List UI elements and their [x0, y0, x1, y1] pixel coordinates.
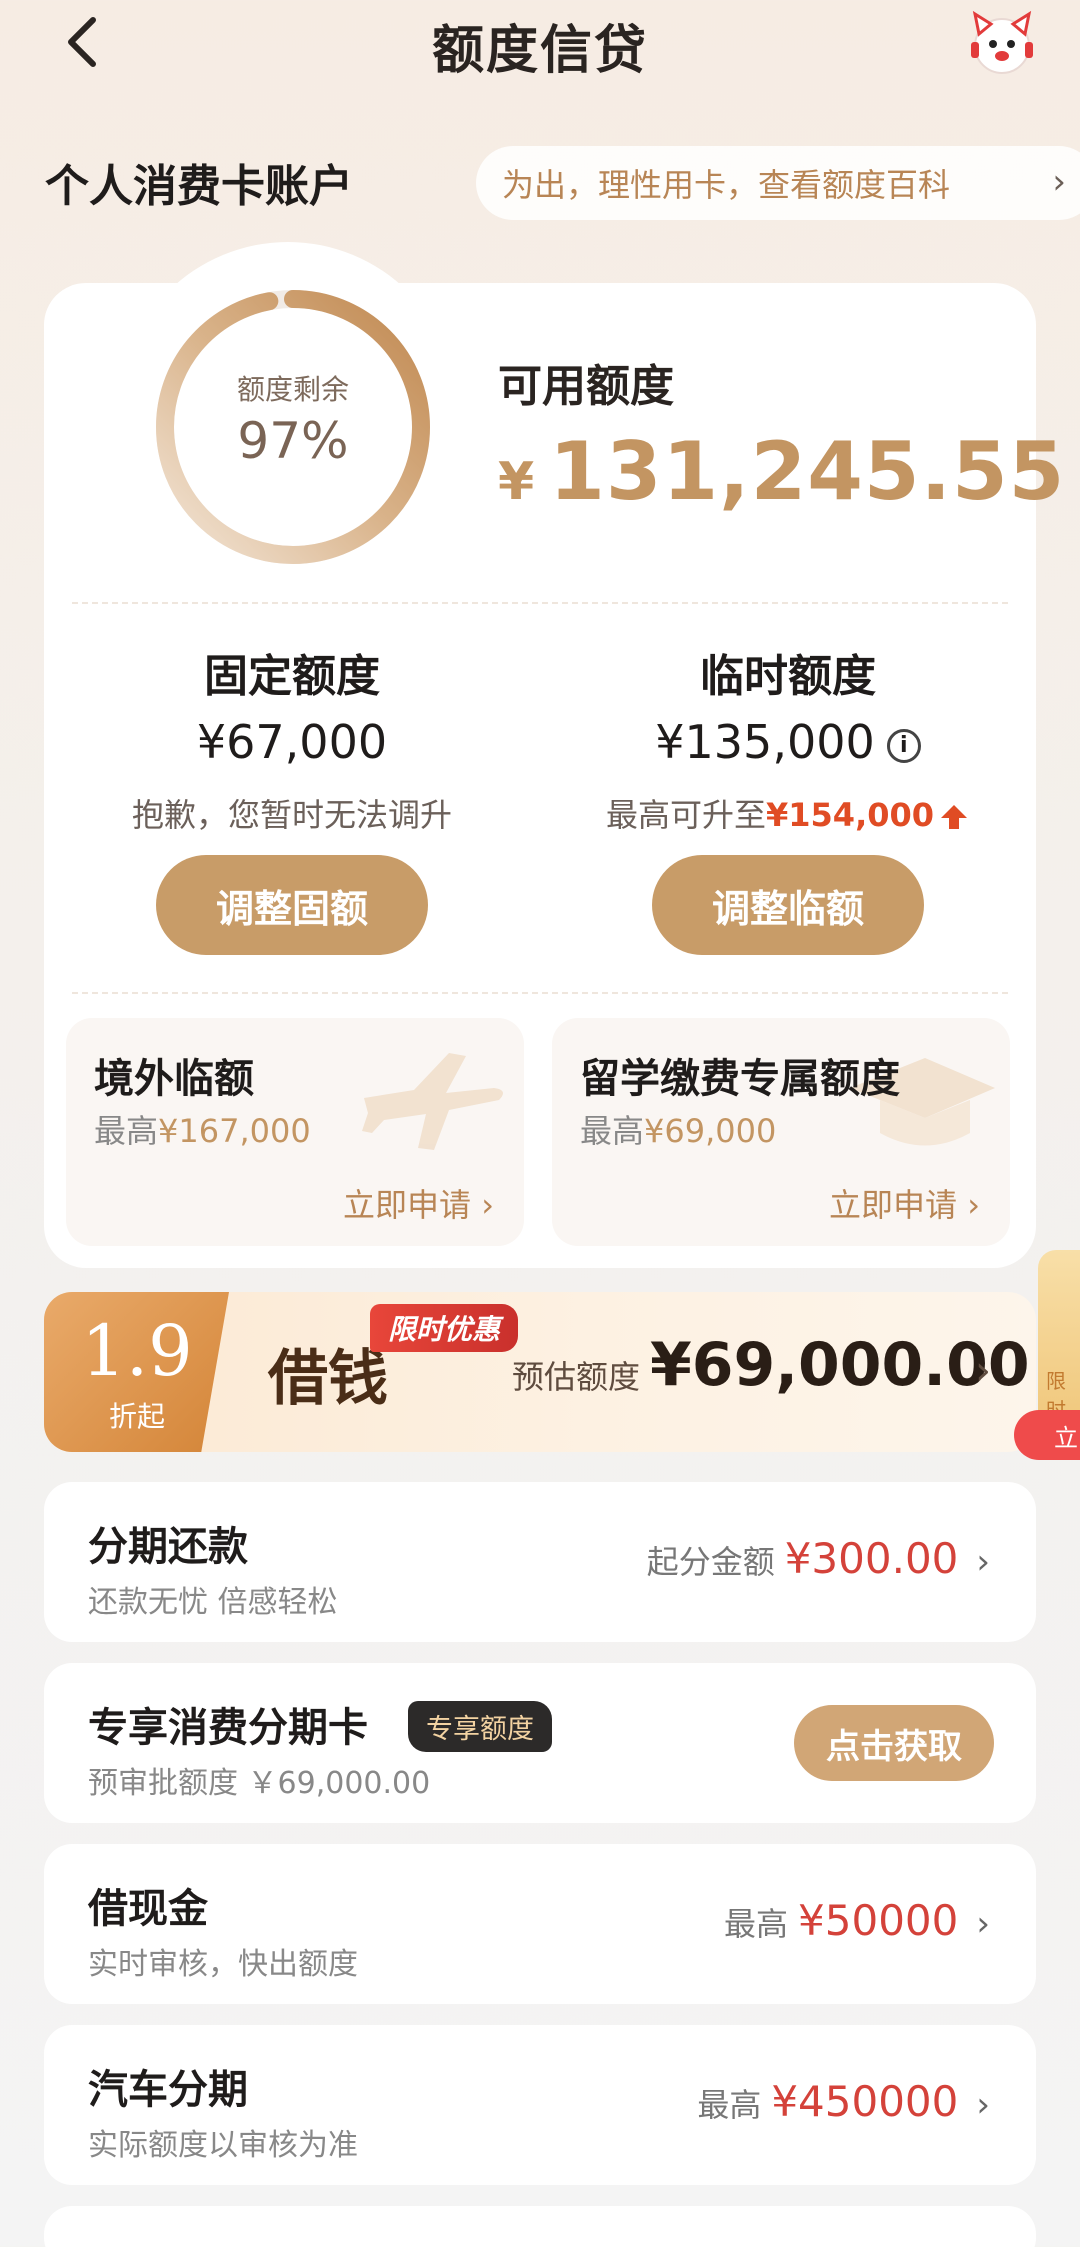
- ring-percent: 97%: [237, 412, 349, 470]
- temporary-limit-title: 临时额度: [700, 651, 876, 702]
- row-right-amount: ¥300.00: [784, 1534, 959, 1583]
- overseas-temp-limit-card[interactable]: 境外临额 最高¥167,000 立即申请 ›: [66, 1018, 524, 1246]
- available-credit-amount: ¥131,245.55: [498, 425, 1065, 518]
- estimate-amount: ¥69,000.00: [650, 1330, 1030, 1400]
- temporary-note-prefix: 最高可升至: [605, 796, 766, 834]
- chevron-right-icon: ›: [976, 2085, 990, 2125]
- temporary-limit-amount: ¥135,000: [655, 715, 875, 769]
- chevron-right-icon: ›: [976, 1904, 990, 1944]
- row-right-amount: ¥450000: [771, 2077, 959, 2126]
- customer-service-avatar-icon[interactable]: [963, 8, 1041, 80]
- arrow-up-icon: [941, 805, 968, 829]
- temporary-limit-note: 最高可升至¥154,000: [558, 790, 1018, 836]
- section-title: 个人消费卡账户: [45, 161, 353, 212]
- discount-unit: 折起: [108, 1400, 165, 1433]
- mini-card-title: 留学缴费专属额度: [580, 1056, 900, 1102]
- adjust-fixed-limit-button[interactable]: 调整固额: [156, 855, 428, 955]
- limited-offer-badge: 限时优惠: [370, 1304, 519, 1352]
- available-amount-value: 131,245.55: [549, 425, 1066, 518]
- estimate-label: 预估额度: [512, 1358, 641, 1396]
- cash-loan-row[interactable]: 借现金 实时审核，快出额度 最高 ¥50000 ›: [44, 1844, 1036, 2004]
- row-subtitle: 还款无忧 倍感轻松: [88, 1585, 338, 1620]
- study-abroad-limit-card[interactable]: 留学缴费专属额度 最高¥69,000 立即申请 ›: [552, 1018, 1010, 1246]
- mini-sub-prefix: 最高: [580, 1112, 645, 1150]
- mini-card-sub: 最高¥69,000: [580, 1106, 776, 1152]
- page-title: 额度信贷: [431, 21, 648, 81]
- mini-card-title: 境外临额: [94, 1056, 254, 1102]
- apply-now-link[interactable]: 立即申请 ›: [829, 1180, 980, 1226]
- exclusive-installment-card-row[interactable]: 专享消费分期卡 专享额度 预审批额度 ￥69,000.00 点击获取: [44, 1663, 1036, 1823]
- fixed-limit-amount: ¥67,000: [196, 715, 388, 769]
- row-right-info: 最高 ¥50000 ›: [724, 1896, 990, 1945]
- mini-sub-prefix: 最高: [94, 1112, 159, 1150]
- click-to-get-button[interactable]: 点击获取: [794, 1705, 994, 1781]
- row-subtitle: 实际额度以审核为准: [88, 2128, 358, 2163]
- row-right-label: 起分金额: [646, 1543, 775, 1581]
- available-credit-label: 可用额度: [498, 361, 674, 412]
- discount-rate: 1.9: [81, 1310, 193, 1392]
- notice-marquee[interactable]: 为出，理性用卡，查看额度百科 ›: [476, 146, 1080, 220]
- row-right-amount: ¥50000: [798, 1896, 959, 1945]
- temporary-max-value: ¥154,000: [766, 796, 935, 834]
- mini-sub-value: ¥69,000: [644, 1112, 777, 1150]
- chevron-right-icon: ›: [976, 1542, 990, 1582]
- installment-repayment-row[interactable]: 分期还款 还款无忧 倍感轻松 起分金额 ¥300.00 ›: [44, 1482, 1036, 1642]
- fixed-limit-title: 固定额度: [204, 651, 380, 702]
- ring-label: 额度剩余: [236, 373, 349, 406]
- currency-symbol: ¥: [498, 452, 536, 512]
- row-subtitle: 预审批额度 ￥69,000.00: [88, 1766, 431, 1801]
- row-subtitle: 实时审核，快出额度: [88, 1947, 358, 1982]
- row-right-label: 最高: [697, 2086, 762, 2124]
- adjust-temporary-limit-button[interactable]: 调整临额: [652, 855, 924, 955]
- temporary-limit-amount-row: ¥135,000 i: [558, 715, 1018, 769]
- airplane-icon: [362, 1053, 503, 1150]
- info-icon[interactable]: i: [886, 728, 921, 763]
- list-item-partial[interactable]: [44, 2206, 1036, 2247]
- chevron-right-icon: ›: [1052, 162, 1066, 202]
- row-title: 专享消费分期卡: [88, 1705, 368, 1751]
- apply-now-link[interactable]: 立即申请 ›: [343, 1180, 494, 1226]
- floating-side-button[interactable]: 立: [1014, 1410, 1080, 1460]
- divider: [72, 602, 1008, 604]
- chevron-right-icon: ›: [975, 1348, 991, 1394]
- marquee-text: 为出，理性用卡，查看额度百科: [502, 166, 951, 204]
- row-right-label: 最高: [724, 1905, 789, 1943]
- row-title: 借现金: [88, 1886, 208, 1932]
- row-right-info: 起分金额 ¥300.00 ›: [647, 1534, 990, 1583]
- row-right-info: 最高 ¥450000 ›: [697, 2077, 990, 2126]
- divider: [72, 992, 1008, 994]
- fixed-limit-note: 抱歉，您暂时无法调升: [131, 796, 452, 834]
- exclusive-limit-tag: 专享额度: [408, 1701, 552, 1752]
- row-title: 分期还款: [88, 1524, 248, 1570]
- mini-sub-value: ¥167,000: [158, 1112, 311, 1150]
- mini-card-sub: 最高¥167,000: [94, 1106, 311, 1152]
- car-installment-row[interactable]: 汽车分期 实际额度以审核为准 最高 ¥450000 ›: [44, 2025, 1036, 2185]
- row-title: 汽车分期: [88, 2067, 248, 2113]
